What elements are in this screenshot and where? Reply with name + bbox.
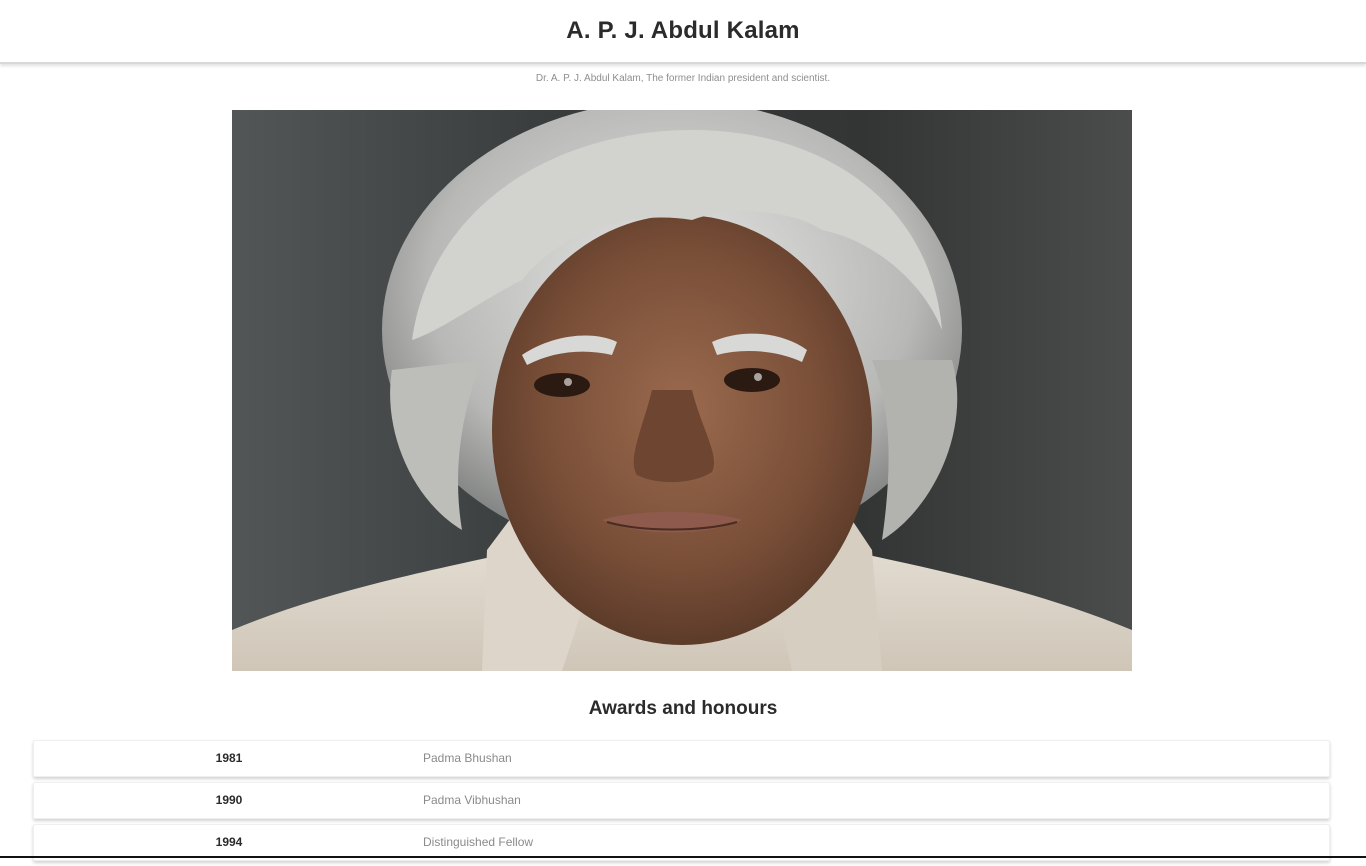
award-row: 1981 Padma Bhushan bbox=[33, 740, 1330, 777]
page-title: A. P. J. Abdul Kalam bbox=[566, 17, 800, 44]
award-year: 1994 bbox=[215, 835, 243, 849]
page-header: A. P. J. Abdul Kalam bbox=[0, 0, 1366, 64]
award-name: Padma Vibhushan bbox=[423, 793, 521, 807]
image-caption: Dr. A. P. J. Abdul Kalam, The former Ind… bbox=[535, 73, 831, 84]
award-name: Padma Bhushan bbox=[423, 751, 512, 765]
awards-heading: Awards and honours bbox=[588, 698, 778, 719]
award-row: 1990 Padma Vibhushan bbox=[33, 782, 1330, 819]
awards-list: 1981 Padma Bhushan 1990 Padma Vibhushan … bbox=[33, 740, 1330, 866]
award-year: 1981 bbox=[215, 751, 243, 765]
award-name: Distinguished Fellow bbox=[423, 835, 534, 849]
award-year: 1990 bbox=[215, 793, 243, 807]
portrait-image bbox=[232, 110, 1132, 671]
